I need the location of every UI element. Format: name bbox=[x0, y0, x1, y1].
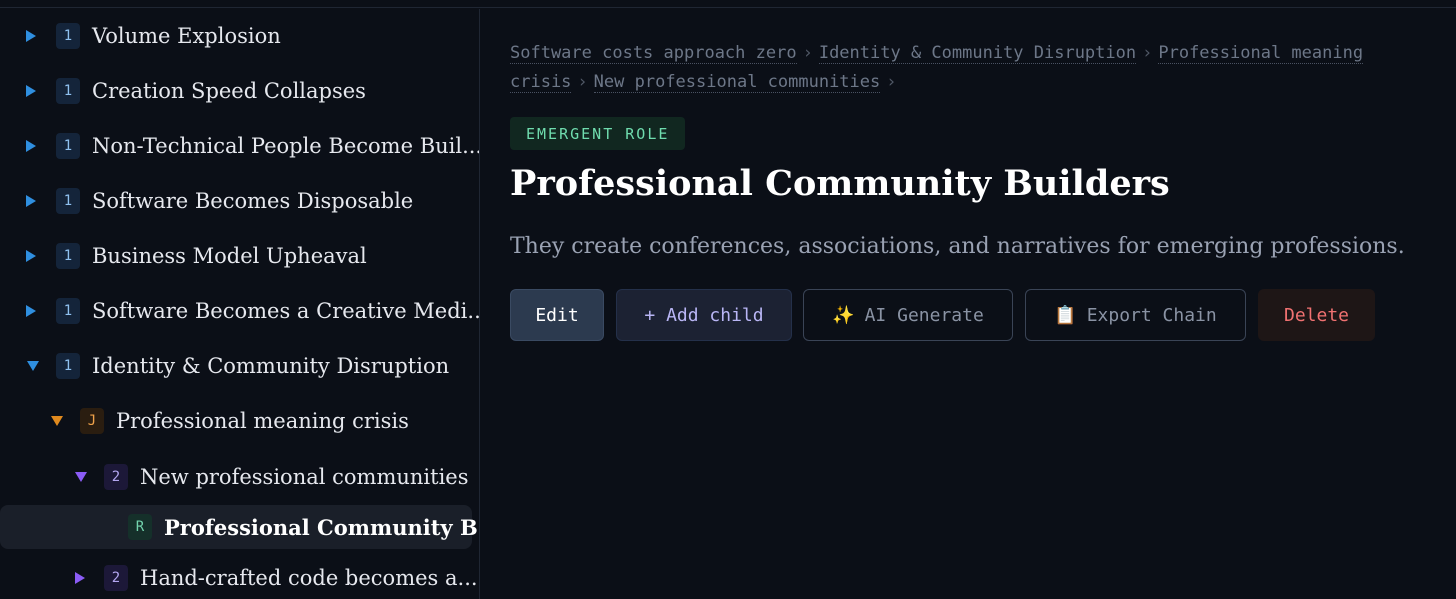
breadcrumb-separator: › bbox=[802, 43, 813, 63]
tree-item[interactable]: 1 Non-Technical People Become Buil... bbox=[26, 124, 480, 168]
tree-item-label: Creation Speed Collapses bbox=[92, 79, 366, 103]
level-badge: 1 bbox=[56, 298, 80, 324]
collapse-chevron-icon[interactable] bbox=[75, 472, 87, 482]
add-child-button-label: + Add child bbox=[644, 304, 764, 326]
level-badge: 1 bbox=[56, 353, 80, 379]
node-detail-panel: Software costs approach zero › Identity & … bbox=[481, 9, 1456, 599]
tree-item[interactable]: 1 Software Becomes a Creative Medi... bbox=[26, 289, 480, 333]
delete-button[interactable]: Delete bbox=[1258, 289, 1375, 341]
node-description: They create conferences, associations, a… bbox=[510, 234, 1405, 259]
tree-item-label: Business Model Upheaval bbox=[92, 244, 367, 268]
delete-button-label: Delete bbox=[1283, 304, 1350, 326]
breadcrumb-separator: › bbox=[1142, 43, 1153, 63]
tree-item-label: Software Becomes Disposable bbox=[92, 189, 414, 213]
level-badge: 1 bbox=[56, 243, 80, 269]
breadcrumb: Software costs approach zero › Identity & … bbox=[510, 39, 1420, 97]
level-badge: 1 bbox=[56, 78, 80, 104]
tree-item-label: Volume Explosion bbox=[92, 24, 281, 48]
expand-chevron-icon[interactable] bbox=[26, 250, 36, 262]
export-chain-button-label: Export Chain bbox=[1086, 304, 1217, 326]
tree-item[interactable]: 1 Creation Speed Collapses bbox=[26, 69, 366, 113]
expand-chevron-icon[interactable] bbox=[75, 572, 85, 584]
sidebar-tree: 1 Volume Explosion 1 Creation Speed Coll… bbox=[0, 9, 480, 599]
tree-item[interactable]: 2 Hand-crafted code becomes a... bbox=[75, 556, 478, 599]
window-top-border bbox=[0, 0, 1456, 8]
edit-button-label: Edit bbox=[535, 304, 579, 326]
edit-button[interactable]: Edit bbox=[510, 289, 604, 341]
expand-chevron-icon[interactable] bbox=[26, 30, 36, 42]
add-child-button[interactable]: + Add child bbox=[616, 289, 792, 341]
tree-item-label: Non-Technical People Become Buil... bbox=[92, 134, 480, 158]
level-badge: J bbox=[80, 408, 104, 434]
level-badge: 2 bbox=[104, 565, 128, 591]
breadcrumb-link[interactable]: Identity & Community Disruption bbox=[818, 43, 1137, 64]
node-type-badge: EMERGENT ROLE bbox=[510, 117, 686, 150]
tree-item[interactable]: 1 Identity & Community Disruption bbox=[27, 344, 449, 388]
breadcrumb-separator: › bbox=[886, 72, 897, 92]
tree-item-label: New professional communities bbox=[140, 465, 469, 489]
export-chain-button[interactable]: 📋 Export Chain bbox=[1025, 289, 1246, 341]
breadcrumb-link[interactable]: New professional communities bbox=[593, 72, 881, 93]
tree-item-label: Professional meaning crisis bbox=[116, 409, 409, 433]
expand-chevron-icon[interactable] bbox=[26, 195, 36, 207]
tree-item[interactable]: 1 Volume Explosion bbox=[26, 14, 281, 58]
level-badge: R bbox=[128, 514, 152, 540]
collapse-chevron-icon[interactable] bbox=[27, 361, 39, 371]
level-badge: 1 bbox=[56, 23, 80, 49]
expand-chevron-icon[interactable] bbox=[26, 305, 36, 317]
tree-item-label: Hand-crafted code becomes a... bbox=[140, 566, 478, 590]
tree-item-selected[interactable]: R Professional Community B... bbox=[128, 505, 480, 549]
clipboard-icon: 📋 bbox=[1054, 304, 1077, 326]
breadcrumb-separator: › bbox=[577, 72, 588, 92]
sparkles-icon: ✨ bbox=[832, 304, 855, 326]
ai-generate-button-label: AI Generate bbox=[864, 304, 984, 326]
tree-item-label: Professional Community B... bbox=[164, 514, 480, 540]
breadcrumb-link[interactable]: Software costs approach zero bbox=[510, 43, 797, 64]
tree-item-label: Software Becomes a Creative Medi... bbox=[92, 299, 480, 323]
expand-chevron-icon[interactable] bbox=[26, 140, 36, 152]
level-badge: 1 bbox=[56, 133, 80, 159]
expand-chevron-icon[interactable] bbox=[26, 85, 36, 97]
collapse-chevron-icon[interactable] bbox=[51, 416, 63, 426]
ai-generate-button[interactable]: ✨ AI Generate bbox=[803, 289, 1013, 341]
level-badge: 1 bbox=[56, 188, 80, 214]
tree-item[interactable]: 1 Business Model Upheaval bbox=[26, 234, 367, 278]
tree-item-label: Identity & Community Disruption bbox=[92, 354, 450, 378]
page-title: Professional Community Builders bbox=[510, 163, 1170, 204]
tree-item[interactable]: 2 New professional communities bbox=[75, 455, 468, 499]
tree-item[interactable]: 1 Software Becomes Disposable bbox=[26, 179, 413, 223]
tree-item[interactable]: J Professional meaning crisis bbox=[51, 399, 409, 443]
level-badge: 2 bbox=[104, 464, 128, 490]
